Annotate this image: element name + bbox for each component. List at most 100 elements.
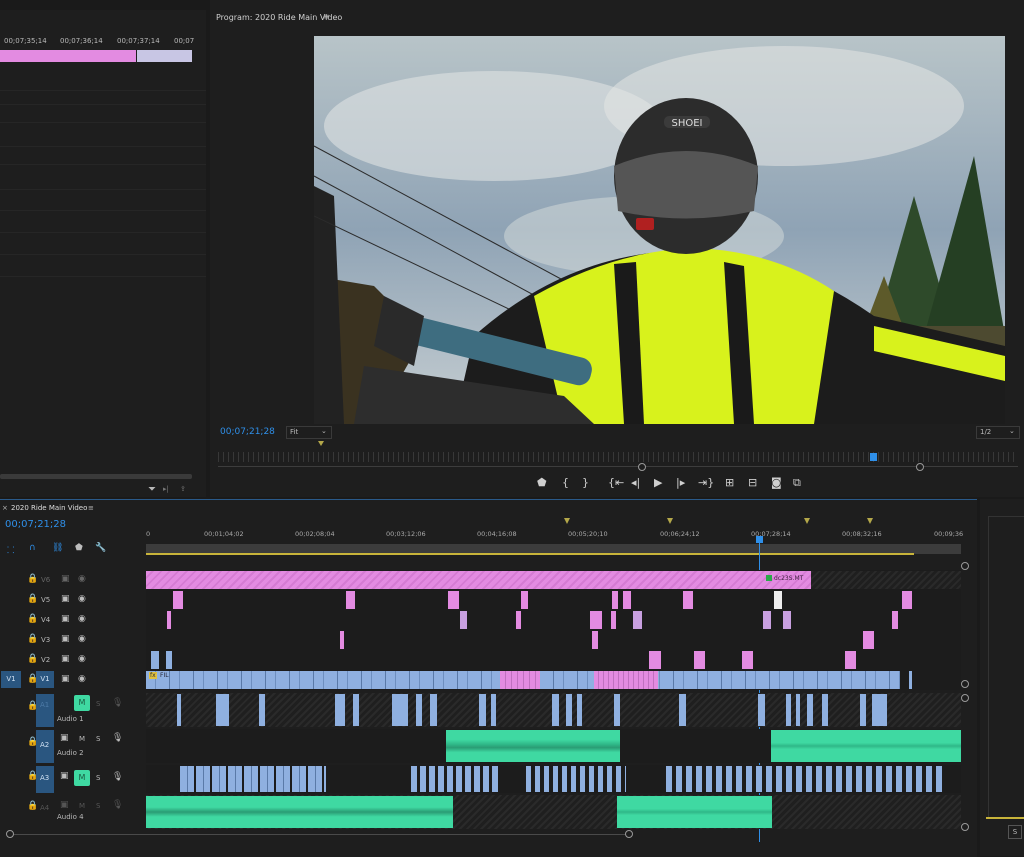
- eye-icon[interactable]: ◉: [78, 614, 86, 624]
- mute-button-a4[interactable]: M: [79, 802, 85, 810]
- lock-icon[interactable]: 🔒: [27, 594, 38, 604]
- marker-icon[interactable]: [667, 518, 673, 524]
- audio-clip[interactable]: [353, 694, 359, 726]
- sync-lock-icon[interactable]: ▣: [61, 634, 70, 644]
- close-icon[interactable]: ×: [2, 504, 8, 512]
- video-clip[interactable]: [892, 611, 898, 629]
- vscroll-handle-bottom[interactable]: [961, 823, 969, 831]
- sync-lock-icon[interactable]: ▣: [61, 594, 70, 604]
- audio-clip[interactable]: [177, 694, 181, 726]
- video-clip[interactable]: [521, 591, 528, 609]
- audio-clip[interactable]: [796, 694, 800, 726]
- timeline-tab[interactable]: 2020 Ride Main Video: [11, 504, 87, 512]
- video-clip[interactable]: [902, 591, 912, 609]
- scrollbar-handle-right[interactable]: [916, 463, 924, 471]
- sync-lock-icon[interactable]: ▣: [61, 654, 70, 664]
- panel-menu-icon[interactable]: ≡: [323, 12, 330, 21]
- track-lane-v6[interactable]: dc23S.MT: [146, 570, 961, 590]
- video-clip[interactable]: [633, 611, 642, 629]
- audio-clip[interactable]: [491, 694, 496, 726]
- export-icon[interactable]: ⇪: [180, 485, 186, 493]
- lock-icon[interactable]: 🔒: [27, 614, 38, 624]
- video-clip[interactable]: [612, 591, 618, 609]
- video-clip[interactable]: [909, 671, 912, 689]
- sync-lock-icon[interactable]: ▣: [60, 733, 69, 743]
- video-clip[interactable]: [516, 611, 521, 629]
- source-clip-bar[interactable]: [0, 50, 136, 62]
- add-marker-icon[interactable]: ⬟: [537, 476, 547, 489]
- hscroll-handle-left[interactable]: [6, 830, 14, 838]
- video-clip[interactable]: [448, 591, 459, 609]
- video-clip[interactable]: [346, 591, 355, 609]
- audio-clip[interactable]: [446, 730, 620, 762]
- tab-menu-icon[interactable]: ≡: [88, 504, 94, 512]
- audio-clip[interactable]: [679, 694, 686, 726]
- video-clip[interactable]: [592, 631, 598, 649]
- video-clip[interactable]: [460, 611, 467, 629]
- audio-clip[interactable]: [860, 694, 866, 726]
- source-scrollbar[interactable]: [0, 474, 192, 479]
- vscroll-handle-top[interactable]: [961, 694, 969, 702]
- video-clip[interactable]: [594, 671, 658, 689]
- hscroll-handle-right[interactable]: [625, 830, 633, 838]
- microphone-icon[interactable]: 🎙: [112, 698, 123, 708]
- video-clip[interactable]: [683, 591, 693, 609]
- sync-lock-icon[interactable]: ▣: [61, 614, 70, 624]
- video-clip[interactable]: [649, 651, 661, 669]
- mark-out-icon[interactable]: }: [582, 476, 589, 489]
- program-time-ruler[interactable]: [218, 452, 1018, 462]
- marker-icon[interactable]: [564, 518, 570, 524]
- eye-icon[interactable]: ◉: [78, 634, 86, 644]
- sync-lock-icon[interactable]: ▣: [60, 800, 69, 810]
- track-target-a1[interactable]: [36, 694, 54, 727]
- audio-clip[interactable]: [146, 796, 453, 828]
- audio-clip[interactable]: [577, 694, 582, 726]
- lock-icon[interactable]: 🔒: [27, 654, 38, 664]
- video-clip-selected[interactable]: [774, 591, 782, 609]
- video-clip[interactable]: [340, 631, 344, 649]
- program-timecode[interactable]: 00;07;21;28: [220, 427, 275, 437]
- video-clip[interactable]: [694, 651, 705, 669]
- video-clip[interactable]: [146, 571, 811, 589]
- program-video-frame[interactable]: SHOEI: [314, 36, 1005, 424]
- lock-icon[interactable]: 🔒: [27, 801, 38, 811]
- video-clip[interactable]: [845, 651, 856, 669]
- video-clip[interactable]: [590, 611, 602, 629]
- marker-icon[interactable]: [867, 518, 873, 524]
- sync-lock-icon[interactable]: ▣: [61, 674, 70, 684]
- video-clip[interactable]: [763, 611, 771, 629]
- track-lane-v2[interactable]: [146, 650, 961, 670]
- go-to-out-icon[interactable]: ⇥}: [698, 476, 714, 489]
- camera-icon[interactable]: ◙: [771, 476, 782, 489]
- audio-clip[interactable]: [416, 694, 422, 726]
- scrollbar-handle-left[interactable]: [638, 463, 646, 471]
- mute-button-a2[interactable]: M: [79, 735, 85, 743]
- marker-icon[interactable]: [804, 518, 810, 524]
- linked-selection-icon[interactable]: ⛓: [52, 543, 63, 553]
- comparison-view-icon[interactable]: ⧉: [793, 476, 801, 490]
- audio-clip[interactable]: [335, 694, 345, 726]
- extract-icon[interactable]: ⊟: [748, 476, 757, 489]
- wrench-icon[interactable]: 🔧: [95, 543, 106, 553]
- play-icon[interactable]: ▶: [654, 476, 662, 489]
- vscroll-handle-top[interactable]: [961, 562, 969, 570]
- snap-icon[interactable]: ∩: [29, 543, 36, 553]
- track-lane-a2[interactable]: [146, 729, 961, 763]
- video-clip[interactable]: [863, 631, 874, 649]
- audio-clip-group[interactable]: [666, 766, 946, 792]
- source-patch-v1[interactable]: V1: [1, 671, 21, 688]
- nest-icon[interactable]: ⸬: [7, 543, 14, 556]
- solo-button-a2[interactable]: S: [96, 735, 100, 743]
- sync-lock-icon[interactable]: ▣: [60, 771, 69, 781]
- lift-icon[interactable]: ⊞: [725, 476, 734, 489]
- solo-button-a3[interactable]: S: [96, 774, 100, 782]
- marker-icon[interactable]: [318, 441, 324, 446]
- track-lane-a4[interactable]: [146, 795, 961, 829]
- track-lane-v4[interactable]: [146, 610, 961, 630]
- track-lane-v1[interactable]: fx FIL: [146, 670, 961, 690]
- audio-clip[interactable]: [552, 694, 559, 726]
- go-to-in-icon[interactable]: {⇤: [608, 476, 624, 489]
- audio-clip[interactable]: [479, 694, 486, 726]
- track-lane-a1[interactable]: [146, 693, 961, 727]
- video-clip[interactable]: [167, 611, 171, 629]
